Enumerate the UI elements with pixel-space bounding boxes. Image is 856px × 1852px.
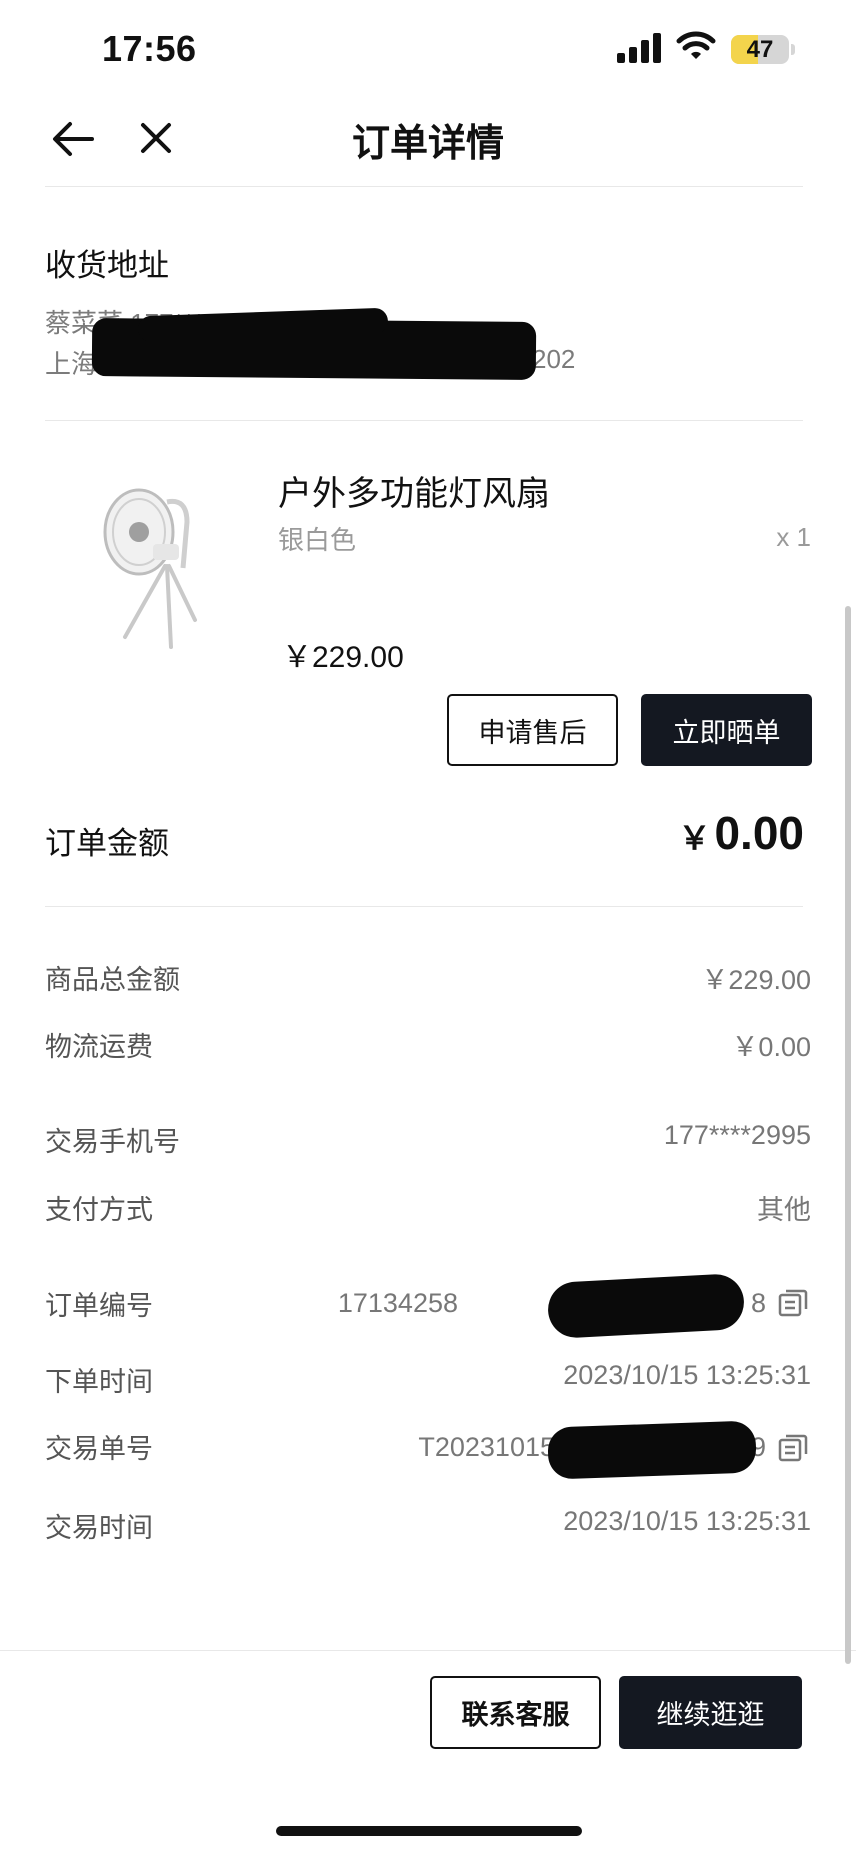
copy-icon[interactable]: [777, 1287, 809, 1319]
order-no-start: 17134258: [337, 1288, 458, 1318]
scrollbar[interactable]: [845, 606, 851, 1664]
page-title: 订单详情: [351, 123, 504, 165]
divider: [45, 420, 803, 421]
order-amount-value: ￥0.00: [678, 806, 804, 860]
copy-icon[interactable]: [777, 1432, 809, 1464]
divider: [45, 186, 803, 187]
home-indicator[interactable]: [276, 1826, 582, 1836]
product-variant: 银白色: [278, 525, 357, 555]
phone-value: 177****2995: [663, 1120, 811, 1150]
signal-icon: [617, 33, 661, 63]
address-title: 收货地址: [45, 248, 169, 283]
phone-label: 交易手机号: [45, 1127, 180, 1157]
fan-product-image: [103, 488, 197, 649]
goods-total-value: ￥229.00: [701, 965, 811, 995]
order-time-value: 2023/10/15 13:25:31: [563, 1360, 811, 1390]
payment-label: 支付方式: [45, 1195, 153, 1225]
continue-shopping-button[interactable]: 继续逛逛: [619, 1676, 802, 1749]
shipping-value: ￥0.00: [731, 1032, 811, 1062]
order-no-label: 订单编号: [45, 1291, 153, 1321]
wifi-icon: [676, 31, 716, 59]
share-order-button[interactable]: 立即晒单: [641, 694, 812, 766]
trade-no-label: 交易单号: [45, 1434, 153, 1464]
product-name[interactable]: 户外多功能灯风扇: [278, 466, 550, 515]
product-price: ￥229.00: [282, 641, 404, 674]
goods-total-label: 商品总金额: [45, 965, 180, 995]
order-time-label: 下单时间: [45, 1367, 153, 1397]
battery-icon: 47: [731, 35, 789, 64]
payment-value: 其他: [757, 1195, 811, 1225]
product-quantity: x 1: [776, 522, 811, 552]
order-amount-number: 0.00: [714, 807, 804, 859]
battery-level: 47: [746, 36, 774, 63]
order-amount-label: 订单金额: [45, 826, 169, 861]
address-detail-start: 上海: [45, 349, 98, 379]
battery-cap: [791, 44, 795, 55]
shipping-label: 物流运费: [45, 1032, 153, 1062]
order-no-end: 8: [750, 1288, 766, 1318]
contact-service-button[interactable]: 联系客服: [430, 1676, 601, 1749]
divider: [45, 906, 803, 907]
status-time: 17:56: [102, 28, 197, 69]
redaction-mark: [546, 1272, 746, 1340]
trade-no-start: T20231015: [418, 1432, 555, 1462]
redaction-mark: [547, 1420, 757, 1480]
trade-time-label: 交易时间: [45, 1513, 153, 1543]
address-detail-end: 202: [532, 344, 576, 374]
after-sale-button[interactable]: 申请售后: [447, 694, 618, 766]
currency-symbol: ￥: [678, 820, 711, 856]
trade-time-value: 2023/10/15 13:25:31: [563, 1506, 811, 1536]
footer-divider: [0, 1650, 856, 1651]
